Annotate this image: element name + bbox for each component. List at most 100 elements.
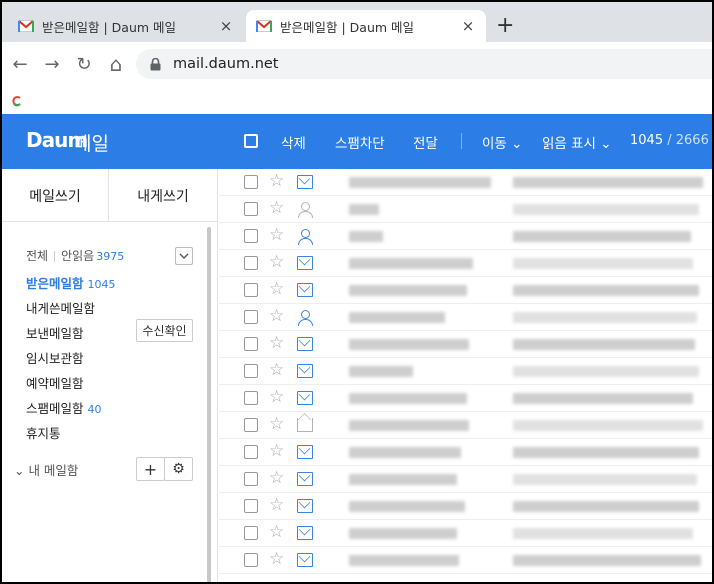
envelope-open-icon[interactable] [297, 418, 313, 432]
spam-block-button[interactable]: 스팸차단 [335, 132, 385, 152]
mail-checkbox[interactable] [244, 310, 258, 324]
mail-row[interactable]: ☆ [219, 223, 712, 250]
star-icon[interactable]: ☆ [269, 280, 284, 298]
envelope-icon[interactable] [297, 283, 313, 297]
envelope-icon[interactable] [297, 553, 313, 567]
home-button[interactable]: ⌂ [104, 52, 128, 76]
person-icon-blue[interactable] [297, 229, 313, 245]
chevron-down-icon[interactable] [175, 247, 193, 265]
star-icon[interactable]: ☆ [269, 253, 284, 271]
mail-row[interactable]: ☆ [219, 547, 712, 574]
star-icon[interactable]: ☆ [269, 442, 284, 460]
mail-checkbox[interactable] [244, 202, 258, 216]
tab-close-icon[interactable]: × [460, 17, 476, 35]
mail-row[interactable]: ☆ [219, 412, 712, 439]
compose-self-button[interactable]: 내게쓰기 [109, 169, 217, 222]
reload-button[interactable]: ↻ [72, 52, 96, 76]
mail-checkbox[interactable] [244, 553, 258, 567]
mail-checkbox[interactable] [244, 445, 258, 459]
subject-redacted [513, 474, 697, 485]
mail-row[interactable]: ☆ [219, 277, 712, 304]
star-icon[interactable]: ☆ [269, 334, 284, 352]
mail-checkbox[interactable] [244, 499, 258, 513]
mail-product-name[interactable]: 메일 [74, 129, 109, 156]
new-tab-button[interactable]: + [496, 15, 514, 37]
star-icon[interactable]: ☆ [269, 469, 284, 487]
folder-drafts[interactable]: 임시보관함 [26, 348, 84, 367]
person-icon-blue[interactable] [297, 310, 313, 326]
envelope-icon[interactable] [297, 499, 313, 513]
delete-button[interactable]: 삭제 [281, 132, 306, 152]
envelope-icon[interactable] [297, 526, 313, 540]
mail-checkbox[interactable] [244, 364, 258, 378]
envelope-icon[interactable] [297, 364, 313, 378]
all-mail-link[interactable]: 전체 [26, 249, 48, 263]
forward-button[interactable]: → [40, 52, 64, 76]
mail-checkbox[interactable] [244, 175, 258, 189]
google-icon[interactable] [12, 92, 22, 107]
mail-checkbox[interactable] [244, 229, 258, 243]
envelope-icon[interactable] [297, 445, 313, 459]
tab-inbox-1[interactable]: 받은메일함 | Daum 메일 × [8, 10, 244, 42]
mail-checkbox[interactable] [244, 472, 258, 486]
mail-checkbox[interactable] [244, 283, 258, 297]
mail-row[interactable]: ☆ [219, 466, 712, 493]
star-icon[interactable]: ☆ [269, 550, 284, 568]
star-icon[interactable]: ☆ [269, 361, 284, 379]
mail-checkbox[interactable] [244, 418, 258, 432]
folder-trash[interactable]: 휴지통 [26, 423, 61, 442]
mail-checkbox[interactable] [244, 256, 258, 270]
mail-row[interactable]: ☆ [219, 385, 712, 412]
envelope-icon[interactable] [297, 391, 313, 405]
select-all-checkbox[interactable] [244, 134, 258, 148]
folder-inbox[interactable]: 받은메일함 1045 [26, 273, 116, 292]
mail-row[interactable]: ☆ [219, 331, 712, 358]
folder-label: 예약메일함 [26, 376, 84, 391]
envelope-icon[interactable] [297, 256, 313, 270]
mail-checkbox[interactable] [244, 337, 258, 351]
mail-row[interactable]: ☆ [219, 169, 712, 196]
sidebar: 메일쓰기 내게쓰기 전체 안읽음 3975 받은메일함 1045 내게쓴메일함 보낸메… [2, 169, 218, 582]
sidebar-scrollbar[interactable] [207, 227, 211, 582]
mail-row[interactable]: ☆ [219, 439, 712, 466]
star-icon[interactable]: ☆ [269, 496, 284, 514]
mail-checkbox[interactable] [244, 526, 258, 540]
mail-row[interactable]: ☆ [219, 304, 712, 331]
tab-close-icon[interactable]: × [218, 17, 234, 35]
add-folder-button[interactable]: + [136, 457, 165, 481]
mail-row[interactable]: ☆ [219, 250, 712, 277]
folder-sent[interactable]: 보낸메일함 [26, 323, 84, 342]
my-mailbox-toggle[interactable]: ⌄ 내 메일함 [14, 460, 78, 479]
envelope-icon[interactable] [297, 472, 313, 486]
move-dropdown[interactable]: 이동 ⌄ [482, 132, 522, 152]
mail-row[interactable]: ☆ [219, 196, 712, 223]
compose-button[interactable]: 메일쓰기 [2, 169, 108, 222]
folder-scheduled[interactable]: 예약메일함 [26, 373, 84, 392]
star-icon[interactable]: ☆ [269, 523, 284, 541]
folder-self[interactable]: 내게쓴메일함 [26, 298, 95, 317]
envelope-icon[interactable] [297, 175, 313, 189]
mail-row[interactable]: ☆ [219, 358, 712, 385]
star-icon[interactable]: ☆ [269, 307, 284, 325]
folder-spam[interactable]: 스팸메일함 40 [26, 398, 102, 417]
read-receipt-button[interactable]: 수신확인 [136, 319, 193, 342]
envelope-icon[interactable] [297, 337, 313, 351]
address-bar[interactable]: mail.daum.net [136, 49, 712, 79]
unread-link[interactable]: 안읽음 [61, 249, 94, 263]
folder-settings-button[interactable]: ⚙ [164, 457, 193, 481]
mail-row[interactable]: ☆ [219, 520, 712, 547]
forward-button[interactable]: 전달 [413, 132, 438, 152]
mail-checkbox[interactable] [244, 391, 258, 405]
star-icon[interactable]: ☆ [269, 388, 284, 406]
mail-row[interactable]: ☆ [219, 493, 712, 520]
person-icon-grey[interactable] [297, 202, 313, 218]
star-icon[interactable]: ☆ [269, 415, 284, 433]
tab-inbox-2[interactable]: 받은메일함 | Daum 메일 × [246, 10, 486, 42]
url-text: mail.daum.net [173, 56, 279, 72]
back-button[interactable]: ← [8, 52, 32, 76]
star-icon[interactable]: ☆ [269, 199, 284, 217]
star-icon[interactable]: ☆ [269, 226, 284, 244]
subject-redacted [513, 528, 693, 539]
star-icon[interactable]: ☆ [269, 172, 284, 190]
mark-read-dropdown[interactable]: 읽음 표시 ⌄ [542, 132, 612, 152]
